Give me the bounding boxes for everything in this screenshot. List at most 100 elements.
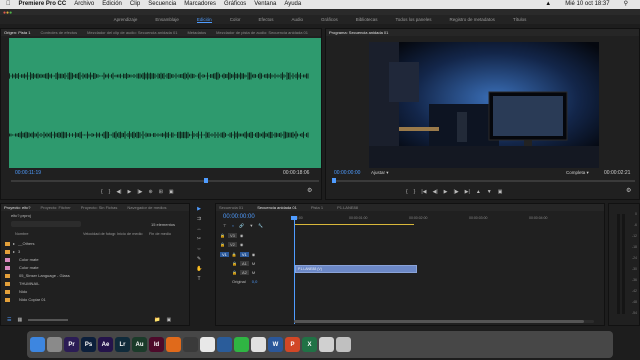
list-item[interactable]: 05_Sinser Language - Glass — [5, 272, 185, 280]
insert-icon[interactable]: ⊕ — [149, 189, 153, 195]
menu-marcadores[interactable]: Marcadores — [184, 0, 216, 9]
playhead-handle[interactable] — [291, 216, 297, 220]
app-menu[interactable]: Premiere Pro CC — [19, 0, 67, 9]
xcode-dock-icon[interactable] — [217, 337, 232, 352]
search-icon[interactable]: ⚲ — [624, 0, 628, 9]
overwrite-icon[interactable]: ⊞ — [159, 189, 163, 195]
track-header-a2[interactable]: 🔒 A2 M — [232, 268, 290, 277]
tab-project-3[interactable]: Proyecto: Sin Fichas — [81, 204, 118, 211]
program-timecode-current[interactable]: 00:00:00:00 — [334, 170, 360, 176]
menu-ventana[interactable]: Ventana — [254, 0, 276, 9]
source-patch[interactable]: V1 — [220, 251, 229, 257]
workspace-tab[interactable]: Bibliotecas — [356, 17, 378, 22]
workspace-tab[interactable]: Aprendizaje — [114, 17, 138, 22]
selection-tool-icon[interactable]: ▶ — [196, 206, 202, 212]
menu-edicion[interactable]: Edición — [102, 0, 122, 9]
col-framerate[interactable]: Velocidad de fotogr. — [83, 232, 116, 236]
tab-sequence-01[interactable]: Secuencia 01 — [219, 204, 243, 211]
list-item[interactable]: Nido Copiar 01 — [5, 296, 185, 304]
mark-in-icon[interactable]: { — [406, 189, 408, 195]
extract-icon[interactable]: ▼ — [487, 189, 492, 195]
lock-icon[interactable]: 🔒 — [220, 233, 225, 238]
tab-pista-1[interactable]: Pista 1 — [311, 204, 323, 211]
linked-icon[interactable]: 🔗 — [239, 223, 244, 228]
export-frame-icon[interactable]: ▣ — [498, 189, 503, 195]
step-back-icon[interactable]: ◀| — [116, 189, 121, 195]
wrench-icon[interactable]: 🔧 — [258, 223, 263, 228]
lock-icon[interactable]: 🔒 — [220, 242, 225, 247]
trash-dock-icon[interactable] — [336, 337, 351, 352]
tab-program[interactable]: Programa: Secuencia anidada 01 — [329, 29, 388, 36]
timeline-scrollbar[interactable] — [294, 320, 594, 323]
workspace-tab[interactable]: Registro de metadatos — [450, 17, 495, 22]
eye-icon[interactable]: ◉ — [240, 233, 244, 238]
after-effects-dock-icon[interactable]: Ae — [98, 337, 113, 352]
source-settings-icon[interactable]: ⚙ — [307, 187, 312, 194]
track-header-v2[interactable]: 🔒 V2 ◉ — [220, 240, 290, 249]
workspace-tab[interactable]: Ensamblaje — [155, 17, 179, 22]
play-icon[interactable]: ▶ — [444, 189, 448, 195]
track-header-v1[interactable]: V1 🔒 V1 ◉ — [220, 249, 290, 259]
mute-icon[interactable]: M — [252, 270, 255, 275]
workspace-tab[interactable]: Efectos — [258, 17, 273, 22]
premiere-dock-icon[interactable]: Pr — [64, 337, 79, 352]
menu-clip[interactable]: Clip — [130, 0, 140, 9]
type-tool-icon[interactable]: T — [196, 276, 202, 282]
keyboard-dock-icon[interactable] — [319, 337, 334, 352]
track-select-icon[interactable]: ⇉ — [196, 216, 202, 222]
tab-source[interactable]: Origen: Pista 1 — [4, 29, 30, 36]
mark-out-icon[interactable]: } — [109, 189, 111, 195]
step-forward-icon[interactable]: |▶ — [454, 189, 459, 195]
lock-icon[interactable]: 🔒 — [232, 270, 237, 275]
play-icon[interactable]: ▶ — [128, 189, 132, 195]
program-settings-icon[interactable]: ⚙ — [626, 187, 631, 194]
export-frame-icon[interactable]: ▣ — [169, 189, 174, 195]
video-clip[interactable]: P1.LANE88 (V) — [295, 265, 417, 273]
marker-icon[interactable]: ▼ — [249, 223, 253, 228]
workspace-tab[interactable]: Gráficos — [321, 17, 338, 22]
eye-icon[interactable]: ◉ — [240, 242, 244, 247]
tab-effect-controls[interactable]: Controles de efectos — [40, 29, 77, 36]
chrome-dock-icon[interactable] — [200, 337, 215, 352]
workspace-tab[interactable]: Todos los paneles — [396, 17, 432, 22]
finder-dock-icon[interactable] — [30, 337, 45, 352]
list-view-icon[interactable]: ☰ — [7, 317, 11, 323]
source-timecode-current[interactable]: 00:00:11:19 — [15, 170, 41, 176]
workspace-tab[interactable]: Color — [230, 17, 241, 22]
mark-in-icon[interactable]: { — [101, 189, 103, 195]
list-item[interactable]: Color mate — [5, 256, 185, 264]
tab-project-2[interactable]: Proyecto: Fitcher — [40, 204, 70, 211]
go-to-in-icon[interactable]: |◀ — [421, 189, 426, 195]
slip-tool-icon[interactable]: ⇔ — [196, 246, 202, 252]
icon-view-icon[interactable]: ▦ — [17, 317, 22, 323]
master-value[interactable]: 0,0 — [252, 279, 258, 284]
workspace-tab[interactable]: Audio — [291, 17, 303, 22]
mark-out-icon[interactable]: } — [414, 189, 416, 195]
scrollbar-thumb[interactable] — [294, 320, 584, 323]
tab-clip-mixer[interactable]: Mezclador del clip de audio: Secuencia a… — [87, 29, 177, 36]
tab-clip-seq[interactable]: P1.LANE88 — [337, 204, 358, 211]
source-playhead[interactable] — [204, 178, 208, 183]
tab-media-browser[interactable]: Navegador de medios — [127, 204, 166, 211]
lock-icon[interactable]: 🔒 — [232, 261, 237, 266]
zoom-slider[interactable] — [28, 319, 69, 321]
tab-nested-sequence[interactable]: Secuencia anidada 01 — [257, 204, 297, 211]
menu-graficos[interactable]: Gráficos — [224, 0, 246, 9]
excel-dock-icon[interactable]: X — [302, 337, 317, 352]
firefox-dock-icon[interactable] — [166, 337, 181, 352]
col-media-start[interactable]: Inicio de medio — [117, 232, 143, 236]
col-name[interactable]: Nombre — [15, 232, 29, 236]
apple-icon[interactable]:  — [6, 0, 11, 9]
lightroom-dock-icon[interactable]: Lr — [115, 337, 130, 352]
list-item[interactable]: Color mate — [5, 264, 185, 272]
wifi-icon[interactable]: ▲ — [545, 0, 551, 9]
audio-waveform-display[interactable] — [9, 38, 321, 168]
nest-icon[interactable]: ⊤ — [223, 223, 226, 228]
menu-secuencia[interactable]: Secuencia — [148, 0, 176, 9]
menu-archivo[interactable]: Archivo — [74, 0, 94, 9]
fit-dropdown[interactable]: Ajustar ▾ — [371, 170, 389, 176]
ripple-edit-icon[interactable]: ↔ — [196, 226, 202, 232]
lock-icon[interactable]: 🔒 — [232, 252, 237, 257]
program-playhead[interactable] — [332, 178, 336, 183]
tab-project[interactable]: Proyecto: eltc? — [4, 204, 30, 211]
